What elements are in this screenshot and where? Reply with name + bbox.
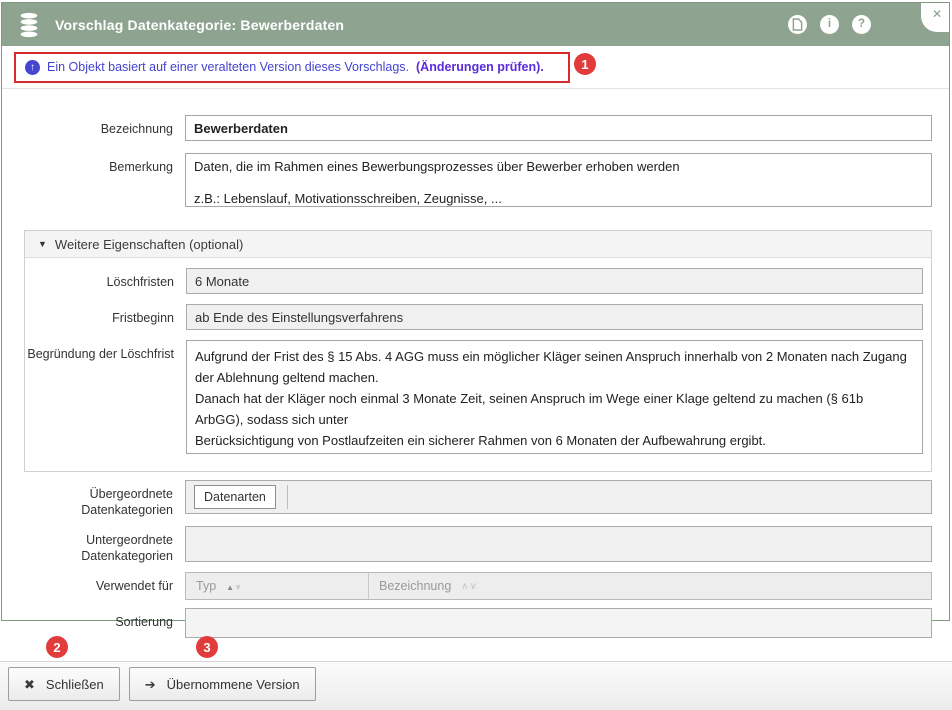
chip-divider (287, 485, 288, 509)
bezeichnung-input[interactable] (185, 115, 932, 141)
sort-icons-bezeichnung: ∧∨ (461, 581, 478, 592)
bezeichnung-label: Bezeichnung (2, 115, 185, 141)
dialog-panel: Vorschlag Datenkategorie: Bewerberdaten … (1, 2, 950, 621)
optional-section-toggle[interactable]: ▼ Weitere Eigenschaften (optional) (25, 231, 931, 258)
bemerkung-row: Bemerkung Daten, die im Rahmen eines Bew… (2, 153, 932, 212)
column-header-typ[interactable]: Typ ▲▼ (186, 573, 369, 599)
fristbeginn-field: ab Ende des Einstellungsverfahrens (186, 304, 923, 330)
begruendung-row: Begründung der Löschfrist Aufgrund der F… (25, 340, 923, 459)
begruendung-textarea[interactable]: Aufgrund der Frist des § 15 Abs. 4 AGG m… (186, 340, 923, 454)
optional-section: ▼ Weitere Eigenschaften (optional) Lösch… (24, 230, 932, 472)
alert-row: ↑ Ein Objekt basiert auf einer veraltete… (2, 46, 949, 89)
verwendet-fuer-row: Verwendet für Typ ▲▼ Bezeichnung ∧∨ (2, 572, 932, 600)
dialog-title: Vorschlag Datenkategorie: Bewerberdaten (55, 17, 344, 33)
untergeordnete-label: Untergeordnete Datenkategorien (2, 526, 185, 564)
check-changes-link[interactable]: (Änderungen prüfen). (416, 60, 544, 74)
callout-badge-2: 2 (46, 636, 68, 658)
loeschfristen-row: Löschfristen 6 Monate (25, 268, 923, 294)
pdf-export-icon[interactable] (788, 15, 807, 34)
bemerkung-textarea[interactable]: Daten, die im Rahmen eines Bewerbungspro… (185, 153, 932, 207)
close-button[interactable]: ✕ (921, 3, 949, 32)
sort-icons-typ: ▲▼ (226, 579, 242, 593)
arrow-up-circle-icon: ↑ (25, 60, 40, 75)
close-x-icon: ✖ (24, 678, 35, 691)
bemerkung-label: Bemerkung (2, 153, 185, 212)
sortierung-field (185, 608, 932, 638)
uebernommene-version-button[interactable]: ➔ Übernommene Version (129, 667, 316, 701)
schliessen-button-label: Schließen (46, 677, 104, 692)
optional-section-title: Weitere Eigenschaften (optional) (55, 237, 243, 252)
footer-bar: ✖ Schließen ➔ Übernommene Version (0, 661, 952, 710)
verwendet-fuer-label: Verwendet für (2, 572, 185, 600)
form-area: Bezeichnung Bemerkung Daten, die im Rahm… (2, 89, 949, 638)
header-actions: i ? (788, 15, 871, 34)
close-icon: ✕ (932, 7, 942, 32)
untergeordnete-row: Untergeordnete Datenkategorien (2, 526, 932, 564)
fristbeginn-row: Fristbeginn ab Ende des Einstellungsverf… (25, 304, 923, 330)
optional-section-body: Löschfristen 6 Monate Fristbeginn ab End… (25, 258, 931, 471)
uebergeordnete-row: Übergeordnete Datenkategorien Datenarten (2, 480, 932, 518)
uebergeordnete-label: Übergeordnete Datenkategorien (2, 480, 185, 518)
schliessen-button[interactable]: ✖ Schließen (8, 667, 120, 701)
column-header-bezeichnung[interactable]: Bezeichnung ∧∨ (369, 573, 488, 599)
datenarten-chip[interactable]: Datenarten (194, 485, 276, 509)
outdated-version-alert: ↑ Ein Objekt basiert auf einer veraltete… (14, 52, 570, 83)
callout-badge-1: 1 (574, 53, 596, 75)
uebernommene-version-button-label: Übernommene Version (167, 677, 300, 692)
untergeordnete-field (185, 526, 932, 562)
help-icon[interactable]: ? (852, 15, 871, 34)
verwendet-fuer-table-header: Typ ▲▼ Bezeichnung ∧∨ (185, 572, 932, 600)
sortierung-row: Sortierung (2, 608, 932, 638)
database-icon (16, 12, 42, 38)
alert-text: Ein Objekt basiert auf einer veralteten … (47, 60, 409, 74)
fristbeginn-label: Fristbeginn (25, 304, 186, 330)
arrow-right-icon: ➔ (145, 678, 156, 691)
collapse-icon: ▼ (38, 239, 47, 249)
bezeichnung-row: Bezeichnung (2, 115, 932, 141)
loeschfristen-field: 6 Monate (186, 268, 923, 294)
sortierung-label: Sortierung (2, 608, 185, 638)
uebergeordnete-field: Datenarten (185, 480, 932, 514)
info-icon[interactable]: i (820, 15, 839, 34)
dialog-header: Vorschlag Datenkategorie: Bewerberdaten … (2, 3, 949, 46)
loeschfristen-label: Löschfristen (25, 268, 186, 294)
callout-badge-3: 3 (196, 636, 218, 658)
begruendung-label: Begründung der Löschfrist (25, 340, 186, 459)
